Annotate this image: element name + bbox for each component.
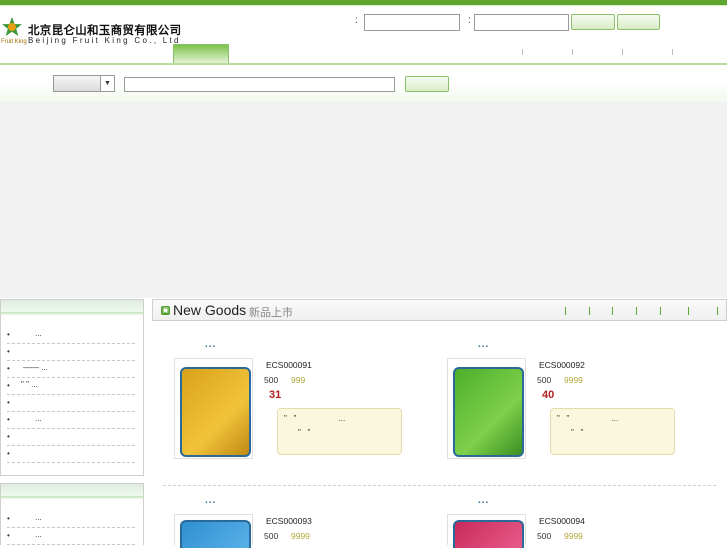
product-package (180, 520, 251, 548)
category-select[interactable]: ▼ (53, 75, 115, 92)
product-package (453, 367, 524, 457)
sidebar-item-label: ... (35, 329, 42, 338)
bullet: • (7, 449, 10, 458)
sidebar-item[interactable]: •... (7, 326, 135, 344)
sidebar-category-box: •... • • —— ... • " " ... • •... • • (0, 299, 144, 476)
search-button[interactable] (405, 76, 449, 92)
bullet: • (7, 364, 10, 373)
bullet: • (7, 432, 10, 441)
new-goods-header: ▣ New Goods 新品上市 (152, 299, 727, 321)
product-stock: 40 (542, 389, 555, 401)
sidebar-item[interactable]: • —— ... (7, 360, 135, 378)
product-description-line: " " ... (284, 414, 346, 423)
sidebar-item[interactable]: • " " ... (7, 377, 135, 395)
product-image[interactable] (447, 358, 526, 459)
product-name[interactable]: ... (205, 495, 216, 506)
product-image[interactable] (447, 514, 526, 548)
sidebar-item[interactable]: • (7, 394, 135, 412)
sidebar-item[interactable]: • (7, 445, 135, 463)
product-image[interactable] (174, 514, 253, 548)
logo-subtext: Fruit King (1, 39, 27, 45)
sidebar-item-label: ... (35, 513, 42, 522)
nav-separator (522, 49, 523, 55)
company-name-en: Beijing Fruit King Co., Ltd (28, 36, 181, 45)
sidebar-item-label: —— ... (23, 363, 48, 372)
sidebar-item-label: ... (35, 414, 42, 423)
register-button[interactable] (617, 14, 660, 30)
bullet: • (7, 514, 10, 523)
sidebar-item-label: " " ... (21, 380, 38, 389)
chevron-down-icon[interactable]: ▼ (100, 76, 114, 91)
header-tab-separator (688, 307, 689, 315)
product-description: " " ... " " (277, 408, 402, 455)
bullet: • (7, 531, 10, 540)
product-row-divider (163, 485, 716, 486)
header-tab-separator (589, 307, 590, 315)
sidebar-item[interactable]: • (7, 428, 135, 446)
new-goods-icon: ▣ (161, 306, 170, 315)
product-sku: ECS000093 (266, 516, 312, 526)
bullet: • (7, 330, 10, 339)
star-logo-icon (2, 17, 22, 36)
section-title-cn: 新品上市 (249, 307, 293, 319)
sidebar-item[interactable]: •... (7, 510, 135, 528)
product-sku: ECS000094 (539, 516, 585, 526)
password-label: : (468, 15, 471, 26)
sidebar-item[interactable]: •... (7, 411, 135, 429)
header-tab-separator (565, 307, 566, 315)
search-input[interactable] (124, 77, 395, 92)
product-package (453, 520, 524, 548)
sidebar-news-box: •... •... (0, 483, 144, 545)
sidebar-item[interactable]: • (7, 343, 135, 361)
product-image[interactable] (174, 358, 253, 459)
product-price: 500 (264, 375, 279, 385)
product-market-price: 9999 (564, 531, 583, 541)
password-input[interactable] (474, 14, 569, 31)
top-accent-line (0, 5, 727, 6)
product-market-price: 9999 (564, 375, 583, 385)
sidebar-item-label: ... (35, 530, 42, 539)
section-title: New Goods (173, 302, 247, 318)
product-description: " " ... " " (550, 408, 675, 455)
banner-area (0, 102, 727, 298)
header-tab-separator (660, 307, 661, 315)
product-package (180, 367, 251, 457)
product-market-price: 999 (291, 375, 306, 385)
sidebar-header-line (1, 496, 143, 498)
username-input[interactable] (364, 14, 460, 31)
nav-separator (572, 49, 573, 55)
sidebar-header-line (1, 312, 143, 314)
product-price: 500 (537, 531, 552, 541)
product-description-line: " " ... (557, 414, 619, 423)
sidebar-item[interactable]: •... (7, 527, 135, 545)
login-button[interactable] (571, 14, 615, 30)
bullet: • (7, 381, 10, 390)
bullet: • (7, 398, 10, 407)
company-logo[interactable]: Fruit King 北京昆仑山和玉商贸有限公司 Beijing Fruit K… (0, 16, 181, 54)
product-description-line: " " (298, 428, 311, 437)
bullet: • (7, 415, 10, 424)
nav-separator (622, 49, 623, 55)
product-price: 500 (537, 375, 552, 385)
product-name[interactable]: ... (478, 339, 489, 350)
product-price: 500 (264, 531, 279, 541)
header-tab-separator (636, 307, 637, 315)
username-label: : (355, 15, 358, 26)
nav-separator (672, 49, 673, 55)
product-description-line: " " (571, 428, 584, 437)
product-market-price: 9999 (291, 531, 310, 541)
product-sku: ECS000091 (266, 360, 312, 370)
product-name[interactable]: ... (205, 339, 216, 350)
bullet: • (7, 347, 10, 356)
header-tab-separator (612, 307, 613, 315)
nav-tab-home[interactable] (173, 44, 229, 64)
product-name[interactable]: ... (478, 495, 489, 506)
header-tab-separator (717, 307, 718, 315)
product-stock: 31 (269, 389, 282, 401)
product-sku: ECS000092 (539, 360, 585, 370)
